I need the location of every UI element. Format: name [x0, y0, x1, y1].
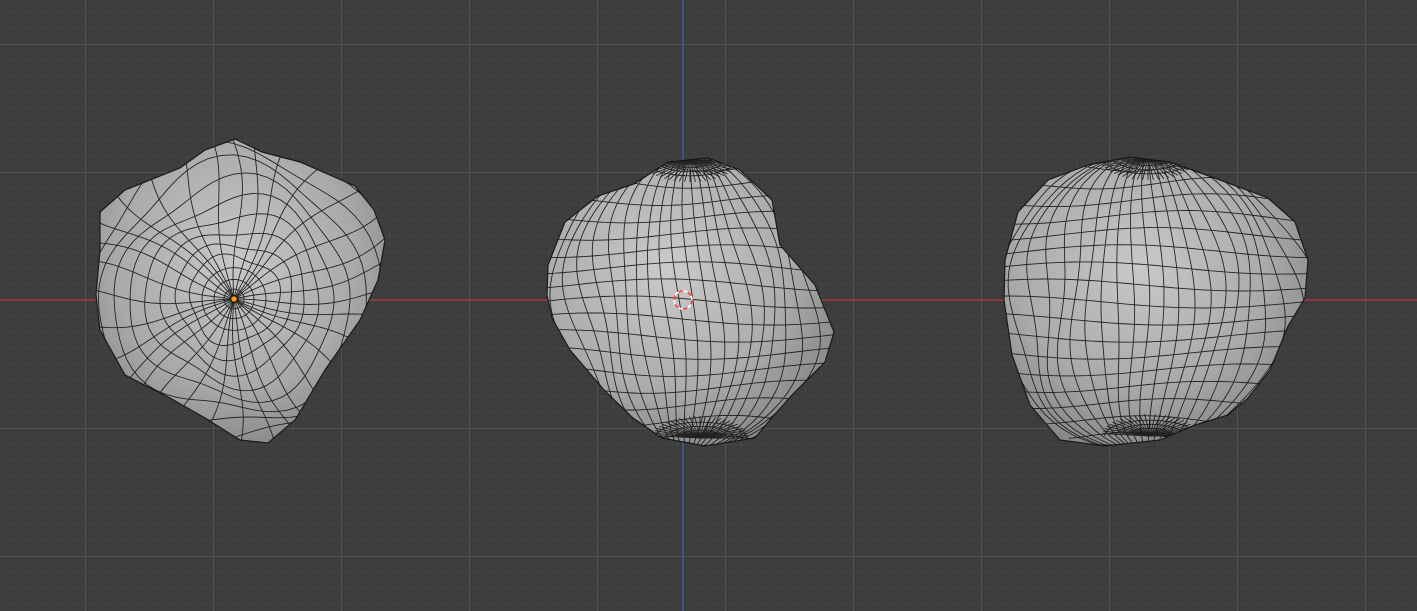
mesh-front-view[interactable] [51, 116, 416, 482]
viewport-scene [0, 0, 1417, 611]
object-origin-dot [230, 295, 238, 303]
mesh-side-view[interactable] [518, 152, 863, 452]
3d-viewport[interactable] [0, 0, 1417, 611]
mesh-back-view[interactable] [966, 152, 1346, 452]
